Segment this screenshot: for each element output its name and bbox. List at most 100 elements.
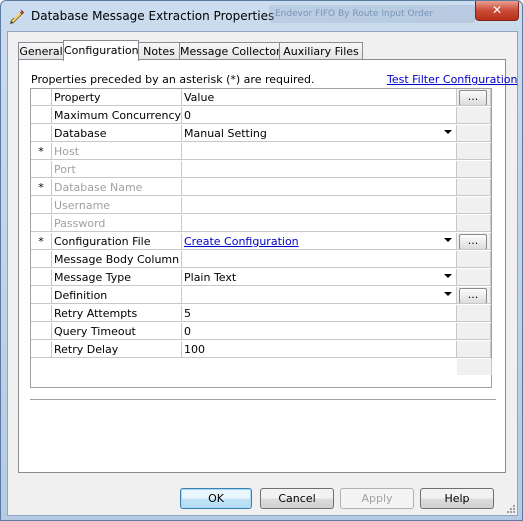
property-name: Configuration File [52, 233, 182, 250]
title-bar[interactable]: Database Message Extraction Properties E… [1, 1, 522, 31]
header-marker-cell [31, 89, 52, 106]
property-row[interactable]: Maximum Concurrency 0 [31, 107, 491, 125]
required-fields-note: Properties preceded by an asterisk (*) a… [31, 73, 315, 86]
row-button-cell: ... [457, 287, 491, 304]
header-value: Value [182, 89, 457, 106]
property-row[interactable]: Definition... [31, 287, 491, 305]
property-row[interactable]: Retry Attempts 5 [31, 305, 491, 323]
browse-ellipsis-button[interactable]: ... [459, 234, 487, 249]
window-title: Database Message Extraction Properties [31, 9, 275, 23]
resize-grip-icon[interactable] [505, 503, 515, 513]
help-button[interactable]: Help [420, 488, 494, 509]
property-value-input[interactable]: 0 [182, 107, 457, 124]
property-name: Username [52, 197, 182, 214]
property-name: Retry Attempts [52, 305, 182, 322]
row-button-cell [457, 305, 491, 322]
row-button-cell [457, 197, 491, 214]
property-row[interactable]: Message Type Plain Text [31, 269, 491, 287]
grid-empty-button-column [457, 359, 492, 375]
property-name: Definition [52, 287, 182, 304]
property-name: Database Name [52, 179, 182, 196]
required-marker: * [31, 143, 52, 160]
required-marker [31, 215, 52, 232]
pencil-app-icon [10, 9, 25, 24]
tab-notes[interactable]: Notes [138, 42, 180, 60]
header-ellipsis-button[interactable]: ... [459, 90, 487, 105]
dropdown-arrow-icon[interactable] [444, 274, 452, 278]
property-name: Message Body Column [52, 251, 182, 268]
row-button-cell [457, 215, 491, 232]
cancel-button[interactable]: Cancel [260, 488, 334, 509]
property-row[interactable]: * Configuration File Create Configuration.… [31, 233, 491, 251]
property-name: Message Type [52, 269, 182, 286]
row-button-cell [457, 341, 491, 358]
row-button-cell [457, 125, 491, 142]
property-row[interactable]: Query Timeout 0 [31, 323, 491, 341]
property-value-input[interactable] [182, 251, 457, 268]
close-button[interactable]: ✕ [475, 1, 519, 21]
dropdown-arrow-icon[interactable] [444, 292, 452, 296]
property-value-text: 0 [184, 109, 191, 122]
property-value-text: 100 [184, 343, 205, 356]
required-marker [31, 125, 52, 142]
property-value-input [182, 161, 457, 178]
property-value-dropdown[interactable] [182, 287, 457, 304]
header-property: Property [52, 89, 182, 106]
grid-header-row: Property Value ... [31, 89, 491, 107]
create-configuration-link[interactable]: Create Configuration [184, 235, 299, 248]
row-button-cell [457, 107, 491, 124]
property-value-input[interactable]: 0 [182, 323, 457, 340]
row-button-cell [457, 143, 491, 160]
browse-ellipsis-button[interactable]: ... [459, 288, 487, 303]
required-marker [31, 197, 52, 214]
property-value-input [182, 143, 457, 160]
property-value-dropdown[interactable]: Plain Text [182, 269, 457, 286]
required-marker [31, 269, 52, 286]
tab-general[interactable]: General [18, 42, 64, 60]
property-name: Database [52, 125, 182, 142]
row-button-cell: ... [457, 233, 491, 250]
property-value-text: 5 [184, 307, 191, 320]
required-marker [31, 323, 52, 340]
header-button-cell: ... [457, 89, 491, 106]
required-marker [31, 107, 52, 124]
property-value-input[interactable]: 5 [182, 305, 457, 322]
property-name: Retry Delay [52, 341, 182, 358]
property-row[interactable]: Retry Delay 100 [31, 341, 491, 359]
property-value-text: Manual Setting [184, 127, 267, 140]
property-name: Maximum Concurrency [52, 107, 182, 124]
required-marker [31, 341, 52, 358]
required-marker [31, 251, 52, 268]
ok-button[interactable]: OK [180, 488, 252, 509]
property-value-input[interactable]: 100 [182, 341, 457, 358]
row-button-cell [457, 251, 491, 268]
property-row[interactable]: * Database Name [31, 179, 491, 197]
property-name: Host [52, 143, 182, 160]
tab-configuration[interactable]: Configuration [63, 40, 139, 61]
dialog-client-area: General Configuration Notes Message Coll… [7, 31, 518, 516]
required-marker: * [31, 179, 52, 196]
property-value-text: 0 [184, 325, 191, 338]
tab-message-collector[interactable]: Message Collector [179, 42, 281, 60]
property-value-dropdown[interactable]: Manual Setting [182, 125, 457, 142]
property-value-text: Plain Text [184, 271, 237, 284]
required-marker: * [31, 233, 52, 250]
apply-button[interactable]: Apply [340, 488, 414, 509]
test-filter-configuration-link[interactable]: Test Filter Configuration [387, 73, 518, 86]
properties-dialog: Database Message Extraction Properties E… [0, 0, 523, 521]
property-row[interactable]: Password [31, 215, 491, 233]
property-name: Password [52, 215, 182, 232]
row-button-cell [457, 179, 491, 196]
background-window-title: Endevor FIFO By Route Input Order [269, 5, 475, 23]
property-description-area [30, 401, 496, 469]
grid-empty-area [31, 359, 492, 375]
property-row[interactable]: Username [31, 197, 491, 215]
dropdown-arrow-icon[interactable] [444, 238, 452, 242]
dropdown-arrow-icon[interactable] [444, 130, 452, 134]
property-row[interactable]: Port [31, 161, 491, 179]
property-row[interactable]: Message Body Column [31, 251, 491, 269]
property-row[interactable]: * Host [31, 143, 491, 161]
property-value-dropdown[interactable]: Create Configuration [182, 233, 457, 250]
tab-auxiliary-files[interactable]: Auxiliary Files [279, 42, 363, 60]
property-row[interactable]: Database Manual Setting [31, 125, 491, 143]
